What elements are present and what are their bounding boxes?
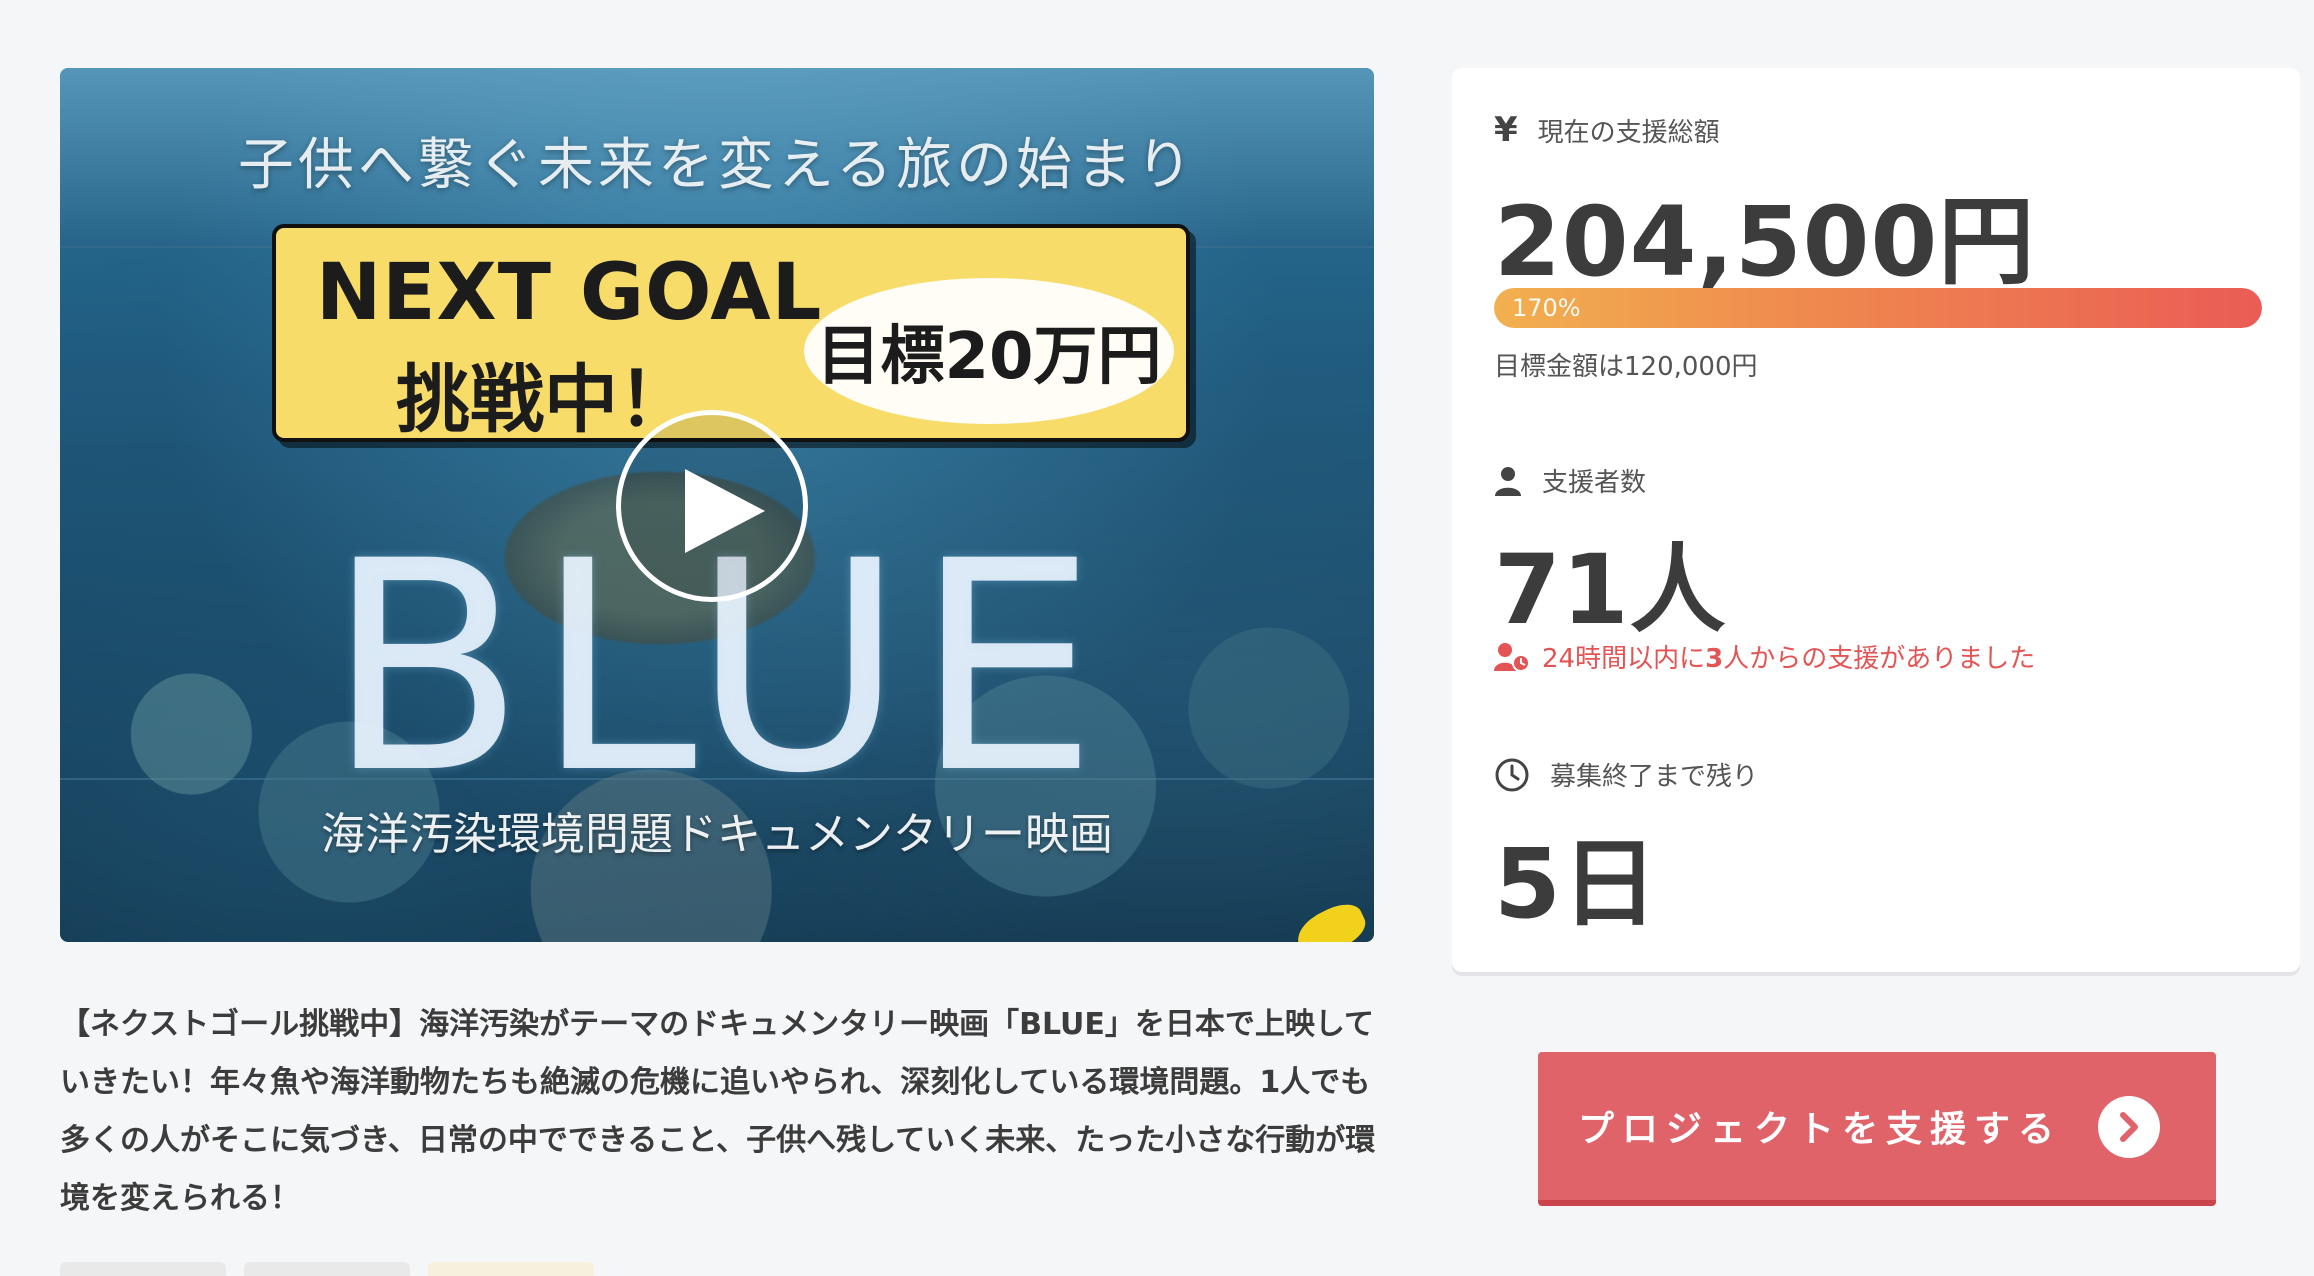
recent-support-note: 24時間以内に3人からの支援がありました <box>1494 638 2035 675</box>
progress-bar-fill: 170% <box>1494 288 2262 328</box>
remaining-label: 募集終了まで残り <box>1550 762 1759 792</box>
film-subtitle: 海洋汚染環境問題ドキュメンタリー映画 <box>321 809 1113 860</box>
progress-percent: 170% <box>1512 294 1581 322</box>
user-icon <box>1495 466 1521 496</box>
next-goal-banner: NEXT GOAL 挑戦中！ 目標20万円 <box>272 224 1190 443</box>
tag-list <box>60 1262 594 1276</box>
funding-label: 現在の支援総額 <box>1537 117 1720 148</box>
progress-bar: 170% <box>1494 288 2262 328</box>
tag-chip[interactable] <box>428 1262 594 1276</box>
chevron-right-icon <box>2098 1096 2160 1158</box>
goal-target-text: 目標20万円 <box>816 320 1162 394</box>
recent-suffix: 人からの支援がありました <box>1723 644 2036 674</box>
supporters-label-row: 支援者数 <box>1494 462 1646 499</box>
supporters-count: 71人 <box>1494 534 1727 646</box>
hero-headline: 子供へ繋ぐ未来を変える旅の始まり <box>237 133 1197 198</box>
user-clock-icon <box>1494 642 1530 672</box>
support-project-label: プロジェクトを支援する <box>1578 1109 2063 1150</box>
support-project-button[interactable]: プロジェクトを支援する <box>1538 1052 2216 1206</box>
tag-chip[interactable] <box>244 1262 410 1276</box>
project-video[interactable]: 子供へ繋ぐ未来を変える旅の始まり NEXT GOAL 挑戦中！ 目標20万円 B… <box>60 68 1374 942</box>
challenge-label: 挑戦中！ <box>396 357 692 443</box>
next-goal-label: NEXT GOAL <box>316 248 823 338</box>
funding-label-row: ¥ 現在の支援総額 <box>1494 110 1720 150</box>
goal-amount-note: 目標金額は120,000円 <box>1494 352 1758 382</box>
play-icon <box>685 469 765 553</box>
funding-amount: 204,500円 <box>1494 186 2036 298</box>
clock-icon <box>1495 758 1529 791</box>
project-description: 【ネクストゴール挑戦中】海洋汚染がテーマのドキュメンタリー映画「BLUE」を日本… <box>60 1007 1376 1216</box>
recent-prefix: 24時間以内に <box>1542 644 1706 674</box>
supporters-label: 支援者数 <box>1542 468 1647 498</box>
funding-stats-panel: ¥ 現在の支援総額 204,500円 170% 目標金額は120,000円 支援… <box>1452 68 2300 972</box>
remaining-label-row: 募集終了まで残り <box>1494 756 1758 793</box>
goal-target-oval: 目標20万円 <box>804 278 1174 424</box>
recent-count: 3 <box>1705 644 1724 674</box>
remaining-days: 5日 <box>1494 828 1659 940</box>
tag-chip[interactable] <box>60 1262 226 1276</box>
play-button[interactable] <box>616 410 808 602</box>
yen-icon: ¥ <box>1494 110 1518 150</box>
